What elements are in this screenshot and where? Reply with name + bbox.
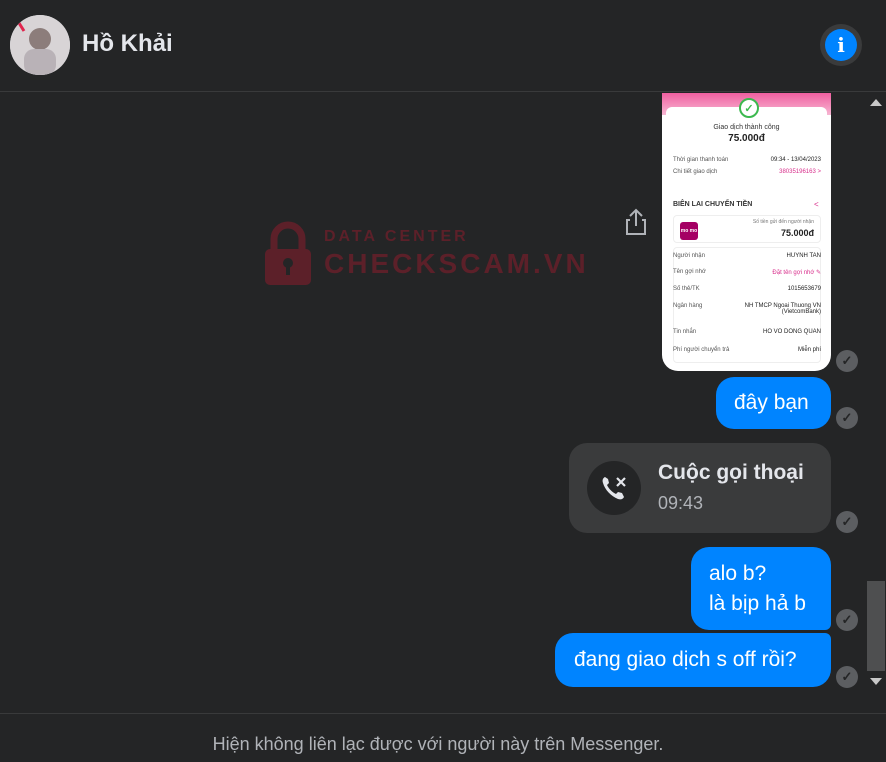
message-bubble[interactable]: đang giao dịch s off rồi?: [555, 633, 831, 687]
message-list-scrollbar[interactable]: [866, 93, 886, 693]
receipt-status: Giao dịch thành công: [713, 124, 780, 131]
receipt-row: Số thẻ/TK 1015653679: [673, 286, 821, 292]
contact-avatar[interactable]: [10, 15, 70, 75]
contact-name[interactable]: Hồ Khải: [82, 30, 173, 58]
missed-call-icon: [587, 461, 641, 515]
lock-icon: [265, 221, 311, 285]
message-text: đang giao dịch s off rồi?: [574, 648, 797, 671]
receipt-row: Tên gợi nhớ Đặt tên gợi nhớ ✎: [673, 269, 821, 276]
call-time: 09:43: [658, 493, 704, 513]
receipt-image[interactable]: ✓ Giao dịch thành công 75.000đ Thời gian…: [662, 93, 831, 371]
receipt-row: Tin nhắn HO VO DONG QUAN: [673, 329, 821, 335]
conversation-header: Hồ Khải i: [0, 0, 886, 92]
scrollbar-thumb[interactable]: [867, 581, 885, 671]
seen-status-icon: ✓: [836, 609, 858, 631]
seen-status-icon: ✓: [836, 407, 858, 429]
seen-status-icon: ✓: [836, 511, 858, 533]
seen-status-icon: ✓: [836, 666, 858, 688]
conversation-info-button[interactable]: i: [820, 24, 862, 66]
call-title: Cuộc gọi thoại: [658, 461, 804, 484]
momo-logo: mo mo: [680, 222, 698, 240]
watermark: DATA CENTER CHECKSCAM.VN: [262, 221, 589, 287]
receipt-row: Người nhận HUYNH TAN: [673, 253, 821, 259]
share-icon[interactable]: [624, 208, 648, 236]
info-icon: i: [825, 29, 857, 61]
watermark-small-text: DATA CENTER: [324, 228, 469, 245]
receipt-row: Ngân hàng NH TMCP Ngoai Thuong VN (Vietco…: [673, 303, 821, 315]
message-text: đây bạn: [734, 391, 809, 414]
receipt-row: Thời gian thanh toán 09:34 - 13/04/2023: [673, 157, 821, 163]
receipt-amount-box: mo mo Số tiền gửi đến người nhận 75.000đ: [673, 215, 821, 243]
call-bubble[interactable]: Cuộc gọi thoại 09:43: [569, 443, 831, 533]
success-check-icon: ✓: [739, 98, 759, 118]
unavailable-text: Hiện không liên lạc được với người này t…: [212, 734, 664, 754]
share-icon: <: [814, 200, 819, 209]
message-bubble[interactable]: alo b? là bịp hả b: [691, 547, 831, 630]
receipt-section-title: BIÊN LAI CHUYỂN TIỀN: [673, 201, 753, 208]
receipt-row: Phí người chuyển trả Miễn phí: [673, 347, 821, 353]
receipt-card: ✓ Giao dịch thành công 75.000đ Thời gian…: [666, 98, 827, 369]
scroll-down-arrow-icon[interactable]: [870, 678, 882, 685]
receipt-row: Chi tiết giao dịch 38035196163 >: [673, 169, 821, 175]
message-text: alo b?: [709, 562, 767, 585]
message-bubble[interactable]: đây bạn: [716, 377, 831, 429]
message-list[interactable]: DATA CENTER CHECKSCAM.VN ✓ Giao dịch thà…: [0, 93, 866, 713]
scroll-up-arrow-icon[interactable]: [870, 99, 882, 106]
composer-unavailable-notice: Hiện không liên lạc được với người này t…: [0, 713, 886, 762]
receipt-amount: 75.000đ: [728, 133, 765, 144]
seen-status-icon: ✓: [836, 350, 858, 372]
watermark-big-text: CHECKSCAM.VN: [324, 248, 589, 279]
message-text: là bịp hả b: [709, 592, 806, 615]
